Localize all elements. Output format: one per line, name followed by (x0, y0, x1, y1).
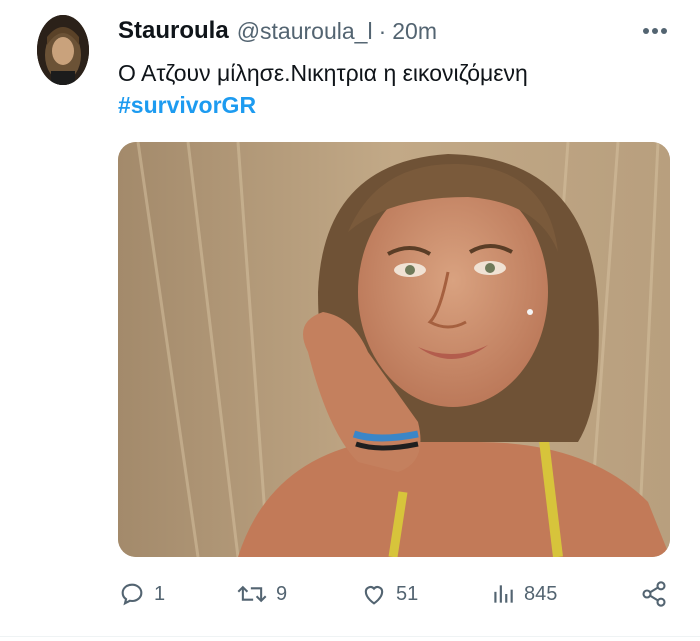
retweet-button[interactable]: 9 (236, 576, 287, 612)
avatar-image (37, 15, 89, 85)
tweet-text: Ο Ατζουν μίλησε.Νικητρια η εικονιζόμενη (118, 60, 528, 86)
divider (0, 636, 700, 637)
like-button[interactable]: 51 (360, 576, 418, 612)
views-bar-chart-icon (494, 585, 513, 603)
photo-woman-portrait (118, 142, 670, 557)
share-icon (642, 581, 666, 607)
reply-icon (121, 583, 143, 606)
reply-button[interactable]: 1 (118, 576, 165, 612)
more-options-button[interactable] (638, 18, 672, 44)
hashtag-link[interactable]: #survivorGR (118, 90, 256, 120)
tweet-timestamp[interactable]: 20m (392, 18, 437, 45)
tweet-media-image[interactable] (118, 142, 670, 557)
share-button[interactable] (640, 576, 668, 612)
views-count: 845 (524, 582, 558, 605)
retweet-count: 9 (276, 582, 288, 605)
author-display-name[interactable]: Stauroula (118, 17, 229, 45)
tweet-header: Stauroula @stauroula_l · 20m (118, 14, 437, 48)
separator-dot: · (378, 17, 387, 44)
heart-icon (364, 586, 384, 605)
like-count: 51 (396, 582, 419, 605)
author-handle[interactable]: @stauroula_l (237, 18, 373, 45)
views-button[interactable]: 845 (490, 576, 557, 612)
retweet-icon (237, 585, 267, 603)
avatar[interactable] (37, 15, 89, 85)
reply-count: 1 (154, 582, 166, 605)
more-icon (643, 28, 667, 34)
tweet-action-bar: 1 9 51 845 (118, 576, 678, 612)
